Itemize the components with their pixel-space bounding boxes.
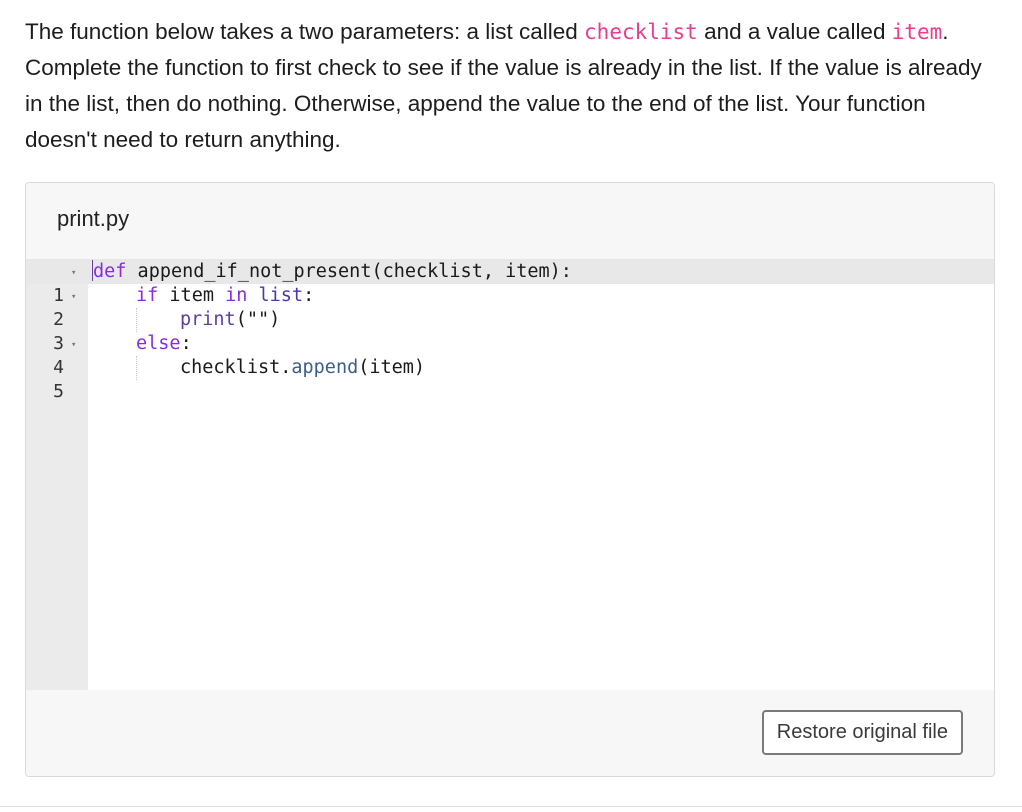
editor-footer: Restore original file bbox=[26, 690, 994, 776]
bottom-divider bbox=[0, 806, 1022, 807]
keyword-def: def bbox=[93, 261, 127, 282]
builtin-list: list bbox=[258, 285, 304, 306]
code-line-5[interactable]: 5 checklist.append(item) bbox=[26, 356, 994, 402]
prompt-text-1: The function below takes a two parameter… bbox=[25, 19, 585, 44]
code-line-3[interactable]: 3 print("") bbox=[26, 308, 994, 354]
prompt-text-2: and a value called bbox=[697, 19, 892, 44]
code-line-4[interactable]: 4 ▾ else: bbox=[26, 332, 994, 378]
builtin-print: print bbox=[180, 309, 236, 330]
fold-arrow-icon[interactable]: ▾ bbox=[71, 285, 76, 309]
question-prompt: The function below takes a two parameter… bbox=[25, 14, 1000, 158]
code-text: print("") bbox=[180, 308, 280, 332]
function-signature: append_if_not_present(checklist, item): bbox=[126, 261, 572, 282]
inline-code-checklist: checklist bbox=[584, 20, 698, 44]
keyword-in: in bbox=[225, 285, 248, 306]
code-token: item bbox=[158, 285, 226, 306]
indent-guide bbox=[136, 356, 138, 380]
code-text: if item in list: bbox=[136, 284, 314, 308]
restore-original-file-button[interactable]: Restore original file bbox=[761, 710, 963, 755]
code-line-2[interactable]: 2 ▾ if item in list: bbox=[26, 284, 994, 330]
code-token: checklist. bbox=[180, 357, 292, 378]
keyword-if: if bbox=[136, 285, 159, 306]
code-editor[interactable]: 1 ▾ def append_if_not_present(checklist,… bbox=[26, 259, 994, 692]
fold-arrow-icon[interactable]: ▾ bbox=[71, 261, 76, 285]
fold-arrow-icon[interactable]: ▾ bbox=[71, 333, 76, 357]
file-name: print.py bbox=[57, 206, 130, 231]
indent-guide bbox=[136, 308, 138, 332]
inline-code-item: item bbox=[891, 20, 943, 44]
line-number: 5 bbox=[53, 381, 64, 402]
code-editor-card: print.py 1 ▾ def append_if_not_present(c… bbox=[25, 182, 995, 777]
code-token: ("") bbox=[235, 309, 281, 330]
code-token: : bbox=[303, 285, 315, 306]
code-text: checklist.append(item) bbox=[180, 356, 425, 380]
code-text: else: bbox=[136, 332, 192, 356]
code-line-1[interactable]: 1 ▾ def append_if_not_present(checklist,… bbox=[26, 260, 994, 306]
keyword-else: else bbox=[136, 333, 181, 354]
code-token: (item) bbox=[358, 357, 426, 378]
editor-header: print.py bbox=[26, 183, 994, 259]
code-text: def append_if_not_present(checklist, ite… bbox=[92, 260, 572, 284]
method-append: append bbox=[291, 357, 359, 378]
code-token: : bbox=[180, 333, 192, 354]
